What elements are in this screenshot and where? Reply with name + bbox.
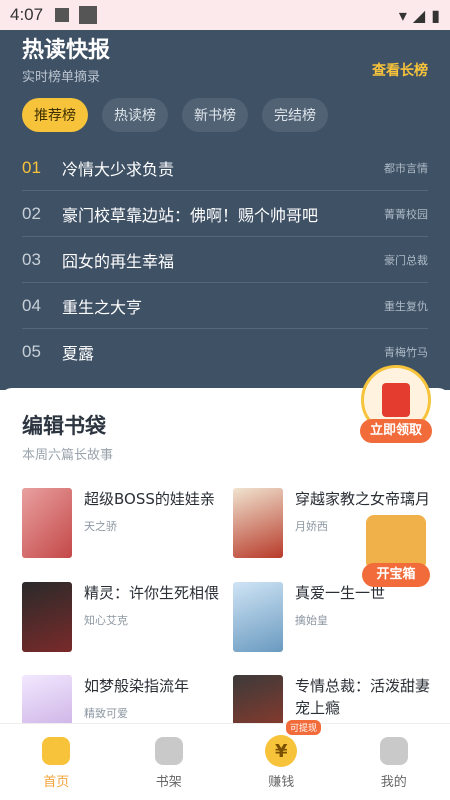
rank-item[interactable]: 04 重生之大亨 重生复仇 [22,283,428,329]
hot-section: 热读快报 实时榜单摘录 查看长榜 推荐榜 热读榜 新书榜 完结榜 01 冷情大少… [0,30,450,390]
claim-now-button[interactable]: 立即领取 [360,419,432,443]
rank-list: 01 冷情大少求负责 都市言情 02 豪门校草靠边站：佛啊！赐个帅哥吧 菁菁校园… [22,145,428,375]
book-author: 天之骄 [84,520,117,533]
redpack-float[interactable]: 立即领取 [358,365,434,451]
tab-earn[interactable]: ¥ 赚钱 [225,724,338,800]
editor-subtitle: 本周六篇长故事 [22,448,114,463]
book-title: 如梦般染指流年 [84,677,190,695]
rank-tabs: 推荐榜 热读榜 新书榜 完结榜 [22,98,328,132]
tab-finished[interactable]: 完结榜 [262,98,328,132]
book-title: 超级BOSS的娃娃亲 [84,490,215,508]
rank-item[interactable]: 01 冷情大少求负责 都市言情 [22,145,428,191]
signal-icon: ◢ [412,5,426,25]
tab-bookshelf[interactable]: 书架 [113,724,226,800]
notification-icon [55,8,70,22]
book-author: 知心艾克 [84,614,128,627]
bookshelf-icon [154,737,183,765]
rank-number: 01 [22,157,41,177]
tab-new[interactable]: 新书榜 [182,98,248,132]
rank-title: 冷情大少求负责 [62,159,175,179]
book-card[interactable]: 精灵：许你生死相偎 知心艾克 [22,582,222,662]
tab-home[interactable]: 首页 [0,724,113,800]
book-cover [233,488,283,558]
rank-tag: 豪门总裁 [384,253,428,267]
rank-title: 夏露 [62,344,95,363]
profile-icon [379,737,408,765]
book-title: 穿越家教之女帝璃月 [295,490,431,508]
rank-number: 02 [22,203,41,223]
rank-number: 05 [22,342,41,361]
book-cover [22,488,72,558]
rank-tag: 重生复仇 [384,299,428,313]
open-chest-button[interactable]: 开宝箱 [362,563,430,587]
book-author: 精致可爱 [84,707,128,720]
tab-label: 赚钱 [268,775,295,790]
rank-number: 04 [22,295,41,315]
book-cover [22,582,72,652]
wifi-icon: ▾ [398,5,407,25]
rank-tag: 青梅竹马 [384,346,428,359]
rank-number: 03 [22,249,41,269]
treasure-float[interactable]: 开宝箱 [358,515,434,595]
rank-item[interactable]: 02 豪门校草靠边站：佛啊！赐个帅哥吧 菁菁校园 [22,191,428,237]
book-card[interactable]: 超级BOSS的娃娃亲 天之骄 [22,488,222,568]
rank-title: 豪门校草靠边站：佛啊！赐个帅哥吧 [62,205,319,225]
tab-label: 书架 [155,775,182,790]
rank-tag: 菁菁校园 [384,207,428,221]
tab-hot[interactable]: 热读榜 [102,98,168,132]
view-full-list-link[interactable]: 查看长榜 [372,60,428,80]
treasure-chest-icon [366,515,426,570]
book-author: 擒始皇 [295,614,328,627]
book-cover [233,582,283,652]
withdraw-badge: 可提现 [286,720,322,735]
battery-icon: ▮ [431,5,440,25]
rank-item[interactable]: 03 囧女的再生幸福 豪门总裁 [22,237,428,283]
coin-icon: ¥ [265,735,298,767]
bottom-tab-bar: 首页 书架 ¥ 赚钱 我的 [0,723,450,800]
tab-mine[interactable]: 我的 [338,724,450,800]
hot-subtitle: 实时榜单摘录 [22,70,101,85]
status-square-icon [79,6,98,24]
rank-tag: 都市言情 [384,161,428,175]
rank-title: 囧女的再生幸福 [62,251,175,271]
hot-title: 热读快报 [22,38,111,63]
home-icon [42,737,71,765]
status-bar: 4:07 ▾ ◢ ▮ [0,0,450,30]
status-time: 4:07 [10,5,44,24]
book-title: 专情总裁：活泼甜妻宠上瘾 [295,677,431,717]
editor-title: 编辑书袋 [22,414,106,438]
rank-title: 重生之大亨 [62,297,143,317]
tab-label: 我的 [380,775,407,790]
tab-recommend[interactable]: 推荐榜 [22,98,88,132]
book-title: 精灵：许你生死相偎 [84,584,220,602]
tab-label: 首页 [43,775,70,790]
